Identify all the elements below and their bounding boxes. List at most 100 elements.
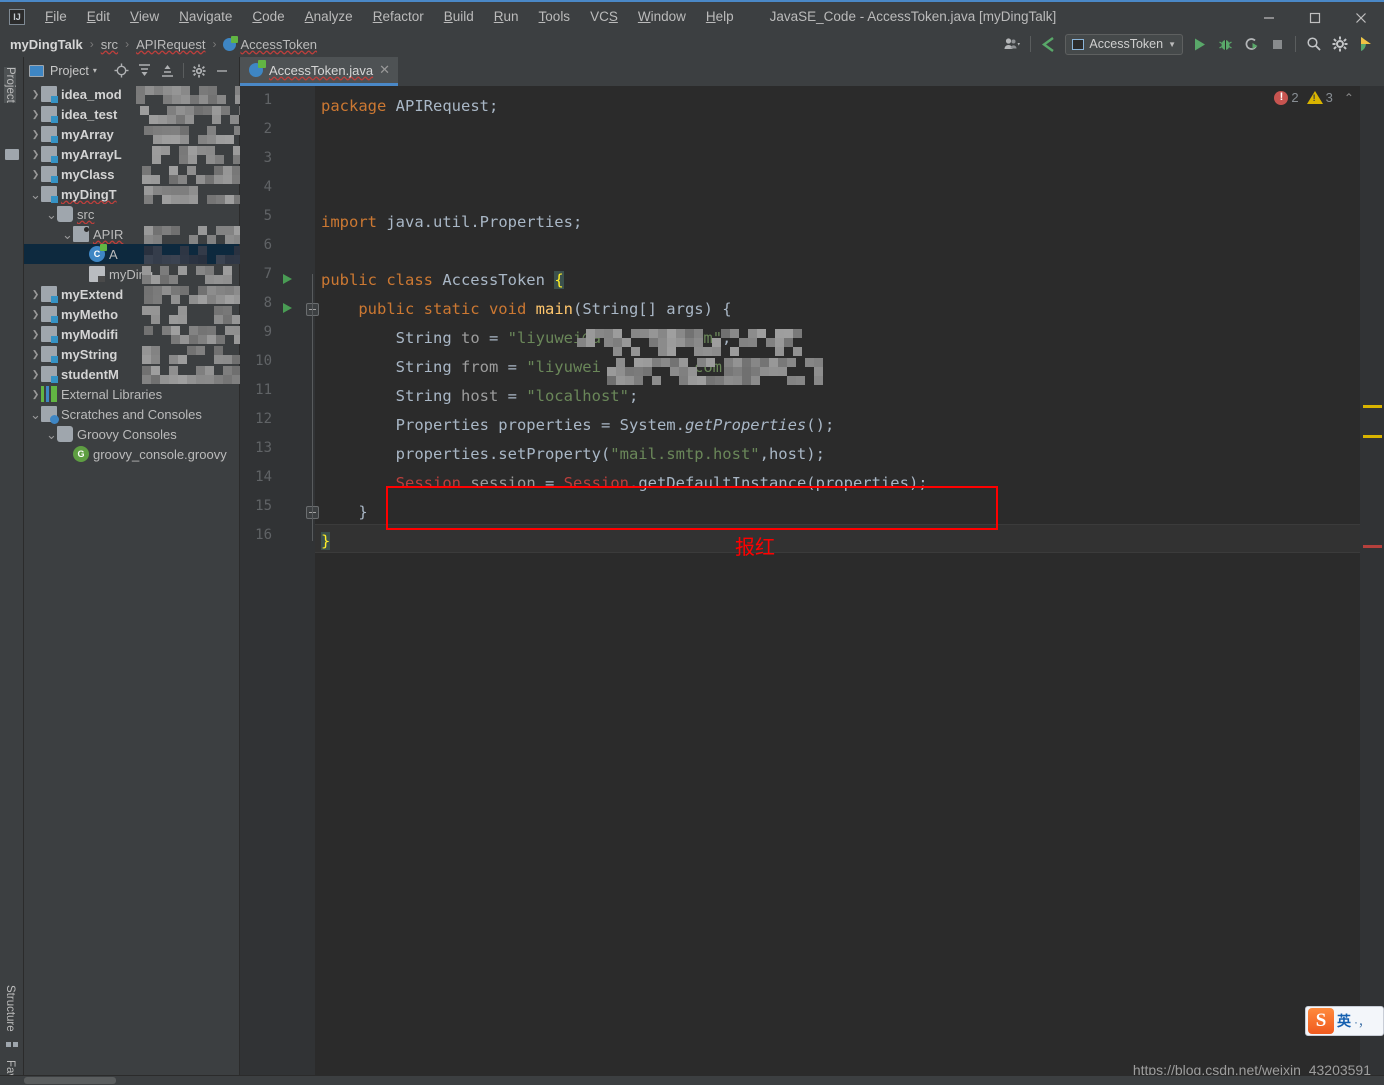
menu-item-navigate[interactable]: Navigate [169, 4, 242, 30]
tree-node[interactable]: ❯ myMetho [24, 304, 239, 324]
code-line[interactable]: Session session = Session.getDefaultInst… [321, 469, 928, 498]
collapse-all-icon[interactable] [157, 60, 178, 81]
breadcrumb-item-apirequest[interactable]: APIRequest [134, 36, 207, 53]
run-configuration-selector[interactable]: AccessToken ▼ [1065, 33, 1183, 55]
ime-indicator[interactable]: S 英 ·， [1305, 1006, 1384, 1036]
horizontal-scrollbar[interactable] [24, 1077, 116, 1084]
code-line[interactable]: } [321, 527, 331, 556]
tree-node[interactable]: Ggroovy_console.groovy [24, 444, 239, 464]
menu-item-help[interactable]: Help [696, 4, 744, 30]
chevron-right-icon[interactable]: ❯ [30, 129, 41, 140]
run-with-coverage-icon[interactable] [1239, 33, 1263, 55]
tree-node[interactable]: ❯ myString [24, 344, 239, 364]
tree-node[interactable]: ⌄ APIR [24, 224, 239, 244]
menu-item-code[interactable]: Code [242, 4, 294, 30]
run-gutter-icon[interactable] [282, 302, 294, 314]
run-gutter-icon[interactable] [282, 273, 294, 285]
chevron-right-icon[interactable]: ❯ [30, 149, 41, 160]
maximize-button[interactable] [1292, 2, 1338, 33]
chevron-right-icon[interactable]: ❯ [30, 109, 41, 120]
menu-item-refactor[interactable]: Refactor [363, 4, 434, 30]
close-icon[interactable]: ✕ [379, 62, 390, 78]
menu-item-file[interactable]: File [35, 4, 77, 30]
breadcrumb-item-mydingtalk[interactable]: myDingTalk [8, 36, 85, 53]
chevron-down-icon[interactable]: ⌄ [30, 408, 41, 421]
tree-node[interactable]: ⌄ Groovy Consoles [24, 424, 239, 444]
code-content[interactable]: package APIRequest; import java.util.Prop… [315, 86, 1360, 1085]
code-line[interactable]: package APIRequest; [321, 92, 498, 121]
menu-item-window[interactable]: Window [628, 4, 696, 30]
tree-node[interactable]: ❯ studentM [24, 364, 239, 384]
run-icon[interactable] [1187, 33, 1211, 55]
tree-node-selected[interactable]: CA [24, 244, 239, 264]
tree-node[interactable]: ❯ myModifi [24, 324, 239, 344]
code-line[interactable]: } [321, 498, 367, 527]
tool-window-button-structure[interactable]: Structure [4, 985, 16, 1032]
search-everywhere-icon[interactable] [1302, 33, 1326, 55]
chevron-right-icon[interactable]: ❯ [30, 89, 41, 100]
chevron-down-icon[interactable]: ⌄ [62, 228, 73, 241]
tree-node[interactable]: ❯ idea_mod [24, 84, 239, 104]
chevron-right-icon[interactable]: ❯ [30, 309, 41, 320]
chevron-down-icon[interactable]: ⌄ [30, 188, 41, 201]
editor-tab-bar: AccessToken.java ✕ [240, 57, 1384, 86]
chevron-down-icon[interactable]: ⌄ [46, 428, 57, 441]
code-line[interactable]: String to = "liyuwei@a .com"; [321, 324, 732, 353]
breadcrumb-item-accesstoken[interactable]: AccessToken [221, 35, 319, 53]
settings-gear-icon[interactable] [1328, 33, 1352, 55]
tree-node[interactable]: ❯ myClass [24, 164, 239, 184]
menu-item-edit[interactable]: Edit [77, 4, 120, 30]
chevron-down-icon[interactable]: ▾ [93, 66, 97, 75]
locate-file-icon[interactable] [111, 60, 132, 81]
tree-node[interactable]: ⌄ Scratches and Consoles [24, 404, 239, 424]
tree-node[interactable]: ❯ myArray [24, 124, 239, 144]
chevron-right-icon[interactable]: ❯ [30, 289, 41, 300]
menu-item-vcs[interactable]: VCS [580, 4, 628, 30]
menu-item-run[interactable]: Run [484, 4, 529, 30]
code-line[interactable]: properties.setProperty("mail.smtp.host",… [321, 440, 825, 469]
chevron-right-icon[interactable]: ❯ [30, 349, 41, 360]
tree-node[interactable]: ❯ myArrayL [24, 144, 239, 164]
editor-gutter[interactable]: 1 2 3 4 5 6 7 8 9 10 11 12 13 14 15 16 [240, 86, 319, 1085]
code-line[interactable]: Properties properties = System.getProper… [321, 411, 835, 440]
code-line[interactable]: import java.util.Properties; [321, 208, 582, 237]
user-settings-icon[interactable] [1000, 33, 1024, 55]
editor-tab-accesstoken[interactable]: AccessToken.java ✕ [240, 57, 398, 86]
chevron-right-icon[interactable]: ❯ [30, 329, 41, 340]
tree-node[interactable]: ❯ idea_test [24, 104, 239, 124]
chevron-right-icon[interactable]: ❯ [30, 389, 41, 400]
tree-node[interactable]: ⌄ myDingT [24, 184, 239, 204]
code-line[interactable]: public static void main(String[] args) { [321, 295, 731, 324]
project-tree[interactable]: ❯ idea_mod ❯ idea_test ❯ myArray ❯ myArrayL ❯ myC… [24, 84, 280, 464]
error-stripe-column[interactable] [1360, 86, 1384, 1085]
error-stripe-mark[interactable] [1363, 545, 1382, 548]
debug-icon[interactable] [1213, 33, 1237, 55]
chevron-right-icon[interactable]: ❯ [30, 369, 41, 380]
tree-node[interactable]: ⌄ src [24, 204, 239, 224]
code-line[interactable]: String host = "localhost"; [321, 382, 639, 411]
chevron-down-icon[interactable]: ⌄ [46, 208, 57, 221]
close-button[interactable] [1338, 2, 1384, 33]
hide-panel-icon[interactable] [212, 60, 233, 81]
breadcrumb-label: myDingTalk [10, 36, 83, 52]
menu-item-view[interactable]: View [120, 4, 169, 30]
tool-window-button-project[interactable]: Project [4, 67, 16, 103]
breadcrumb-item-src[interactable]: src [99, 36, 120, 53]
code-line[interactable]: public class AccessToken { [321, 266, 564, 295]
menu-item-analyze[interactable]: Analyze [295, 4, 363, 30]
minimize-button[interactable] [1246, 2, 1292, 33]
stop-icon[interactable] [1265, 33, 1289, 55]
expand-all-icon[interactable] [134, 60, 155, 81]
ide-help-icon[interactable] [1354, 33, 1378, 55]
tree-node[interactable]: ❯ myExtend [24, 284, 239, 304]
error-stripe-mark[interactable] [1363, 435, 1382, 438]
code-line[interactable]: String from = "liyuwei s.com"; [321, 353, 741, 382]
menu-item-build[interactable]: Build [434, 4, 484, 30]
tree-node[interactable]: ❯ External Libraries [24, 384, 239, 404]
panel-settings-icon[interactable] [189, 60, 210, 81]
chevron-right-icon[interactable]: ❯ [30, 169, 41, 180]
tree-node[interactable]: myDing [24, 264, 239, 284]
vcs-update-icon[interactable] [1037, 33, 1061, 55]
error-stripe-mark[interactable] [1363, 405, 1382, 408]
menu-item-tools[interactable]: Tools [529, 4, 581, 30]
